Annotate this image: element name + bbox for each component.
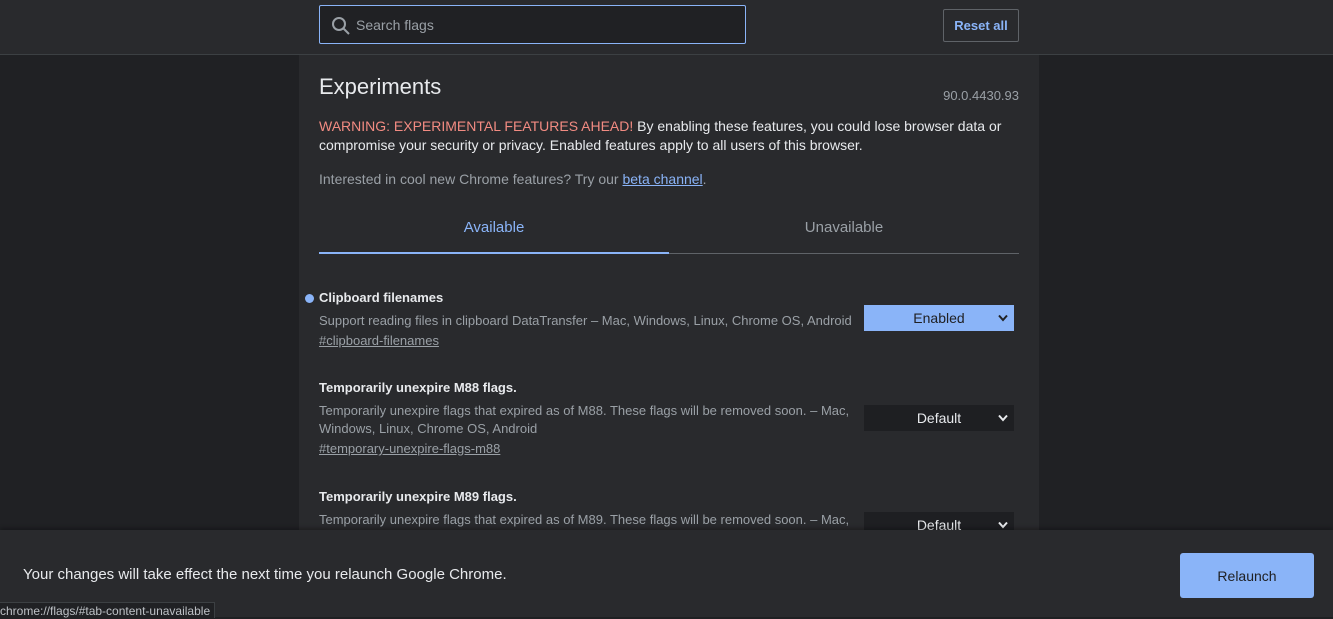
modified-indicator xyxy=(305,294,314,303)
header: Reset all xyxy=(0,0,1333,55)
tab-available[interactable]: Available xyxy=(319,206,669,254)
chevron-down-icon xyxy=(998,521,1008,529)
warning-message: WARNING: EXPERIMENTAL FEATURES AHEAD! By… xyxy=(319,117,1019,155)
version-number: 90.0.4430.93 xyxy=(943,88,1019,103)
promo-text: Interested in cool new Chrome features? … xyxy=(319,171,707,187)
flag-state-select[interactable]: Enabled xyxy=(864,305,1014,331)
reset-all-button[interactable]: Reset all xyxy=(943,9,1019,42)
flag-title: Temporarily unexpire M89 flags. xyxy=(319,489,517,504)
page-title: Experiments xyxy=(319,74,442,99)
flag-permalink[interactable]: #clipboard-filenames xyxy=(319,333,439,348)
chevron-down-icon xyxy=(998,314,1008,322)
flag-permalink[interactable]: #temporary-unexpire-flags-m88 xyxy=(319,441,500,456)
beta-channel-link[interactable]: beta channel xyxy=(622,171,702,187)
flag-description: Temporarily unexpire flags that expired … xyxy=(319,403,850,436)
flag-temporary-unexpire-m89: Temporarily unexpire M89 flags. Temporar… xyxy=(319,489,1019,538)
warning-prefix: WARNING: EXPERIMENTAL FEATURES AHEAD! xyxy=(319,118,634,134)
flag-state-select[interactable]: Default xyxy=(864,405,1014,431)
relaunch-message: Your changes will take effect the next t… xyxy=(23,566,507,583)
flag-description: Support reading files in clipboard DataT… xyxy=(319,313,852,328)
flag-description: Temporarily unexpire flags that expired … xyxy=(319,512,850,527)
relaunch-button[interactable]: Relaunch xyxy=(1180,553,1314,598)
promo-suffix: . xyxy=(702,171,707,187)
flag-title: Clipboard filenames xyxy=(319,290,444,305)
promo-label: Interested in cool new Chrome features? … xyxy=(319,171,623,187)
search-box[interactable] xyxy=(319,5,746,44)
search-icon xyxy=(332,17,350,35)
search-input[interactable] xyxy=(356,6,736,43)
flag-title: Temporarily unexpire M88 flags. xyxy=(319,380,517,395)
chevron-down-icon xyxy=(998,414,1008,422)
flag-temporary-unexpire-m88: Temporarily unexpire M88 flags. Temporar… xyxy=(319,380,1019,458)
flag-state-value: Enabled xyxy=(913,310,965,326)
flag-state-value: Default xyxy=(916,410,962,426)
flag-clipboard-filenames: Clipboard filenames Support reading file… xyxy=(305,290,1019,350)
tab-unavailable[interactable]: Unavailable xyxy=(669,206,1019,254)
status-bar-url: chrome://flags/#tab-content-unavailable xyxy=(0,602,216,618)
